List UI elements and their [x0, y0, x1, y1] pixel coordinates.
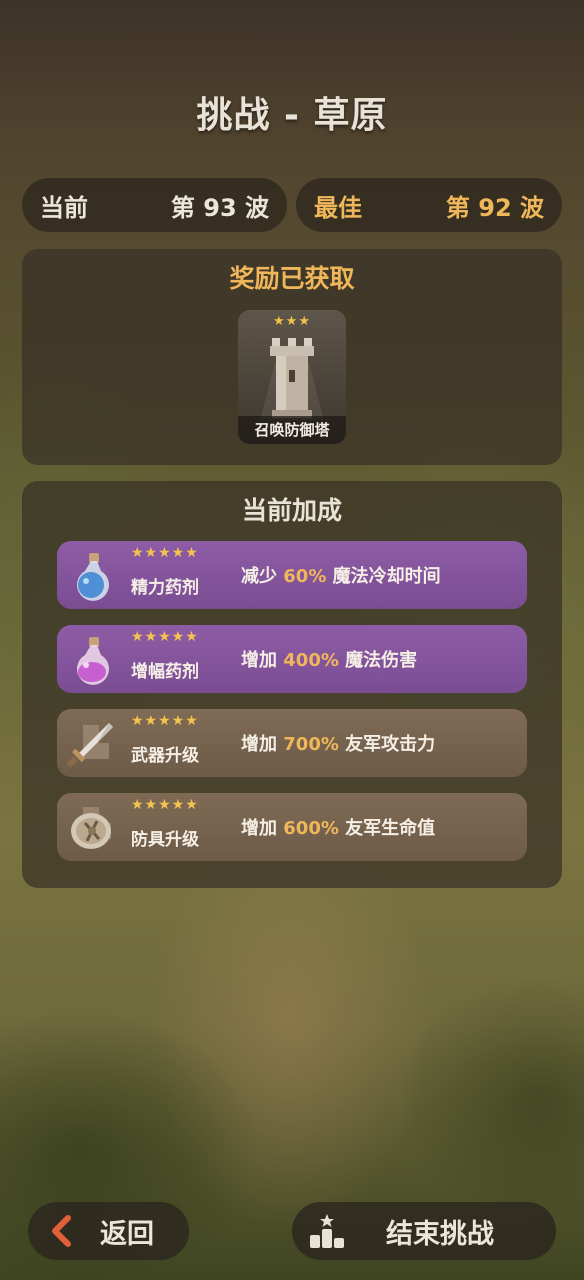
- current-label: 当前: [40, 193, 88, 222]
- bonus-row-amplify-potion[interactable]: ★★★★★ 增幅药剂 增加 400% 魔法伤害: [57, 625, 527, 693]
- bonus-row-weapon-upgrade[interactable]: ★★★★★ 武器升级 增加 700% 友军攻击力: [57, 709, 527, 777]
- row-percent: 60%: [283, 566, 327, 587]
- best-label: 最佳: [314, 193, 362, 222]
- row-stars: ★★★★★: [131, 629, 199, 645]
- row-name: 武器升级: [131, 746, 199, 766]
- pink-potion-icon: [77, 637, 109, 685]
- chevron-left-icon: [52, 1215, 71, 1247]
- reward-panel: 奖励已获取 ★★★ 召唤防御塔: [22, 249, 562, 465]
- row-percent: 400%: [283, 650, 339, 671]
- tower-icon: [260, 338, 324, 420]
- shield-icon: [71, 807, 111, 849]
- row-name: 防具升级: [131, 830, 199, 850]
- podium-icon: [310, 1214, 344, 1248]
- bonus-row-armor-upgrade[interactable]: ★★★★★ 防具升级 增加 600% 友军生命值: [57, 793, 527, 861]
- best-wave-value: 第 92 波: [445, 193, 544, 222]
- best-wave-pill: 最佳 第 92 波: [296, 178, 562, 232]
- back-label: 返回: [100, 1218, 154, 1250]
- current-wave-value: 第 93 波: [170, 193, 269, 222]
- row-name: 增幅药剂: [131, 662, 199, 682]
- row-stars: ★★★★★: [131, 713, 199, 729]
- row-description: 增加 400% 魔法伤害: [241, 650, 418, 671]
- sword-icon: [66, 723, 113, 768]
- end-challenge-button[interactable]: 结束挑战: [292, 1202, 556, 1260]
- row-percent: 600%: [283, 818, 339, 839]
- row-stars: ★★★★★: [131, 797, 199, 813]
- reward-stars: ★★★: [273, 314, 311, 329]
- page-title: 挑战 - 草原: [196, 95, 388, 136]
- row-description: 减少 60% 魔法冷却时间: [241, 566, 441, 587]
- bonus-title: 当前加成: [241, 496, 342, 525]
- blue-potion-icon: [77, 553, 109, 601]
- back-button[interactable]: 返回: [28, 1202, 189, 1260]
- row-stars: ★★★★★: [131, 545, 199, 561]
- bonus-panel: 当前加成 ★★★★★ 精力药剂 减少 60% 魔法冷却时间 ★★★★★ 增幅药剂…: [22, 481, 562, 888]
- end-challenge-label: 结束挑战: [386, 1218, 494, 1250]
- current-wave-pill: 当前 第 93 波: [22, 178, 287, 232]
- row-description: 增加 600% 友军生命值: [241, 818, 436, 839]
- reward-card[interactable]: ★★★ 召唤防御塔: [238, 310, 346, 444]
- row-name: 精力药剂: [131, 578, 199, 598]
- row-description: 增加 700% 友军攻击力: [241, 734, 436, 755]
- row-percent: 700%: [283, 734, 339, 755]
- reward-item-label: 召唤防御塔: [238, 416, 346, 444]
- bonus-row-energy-potion[interactable]: ★★★★★ 精力药剂 减少 60% 魔法冷却时间: [57, 541, 527, 609]
- reward-title: 奖励已获取: [229, 264, 355, 293]
